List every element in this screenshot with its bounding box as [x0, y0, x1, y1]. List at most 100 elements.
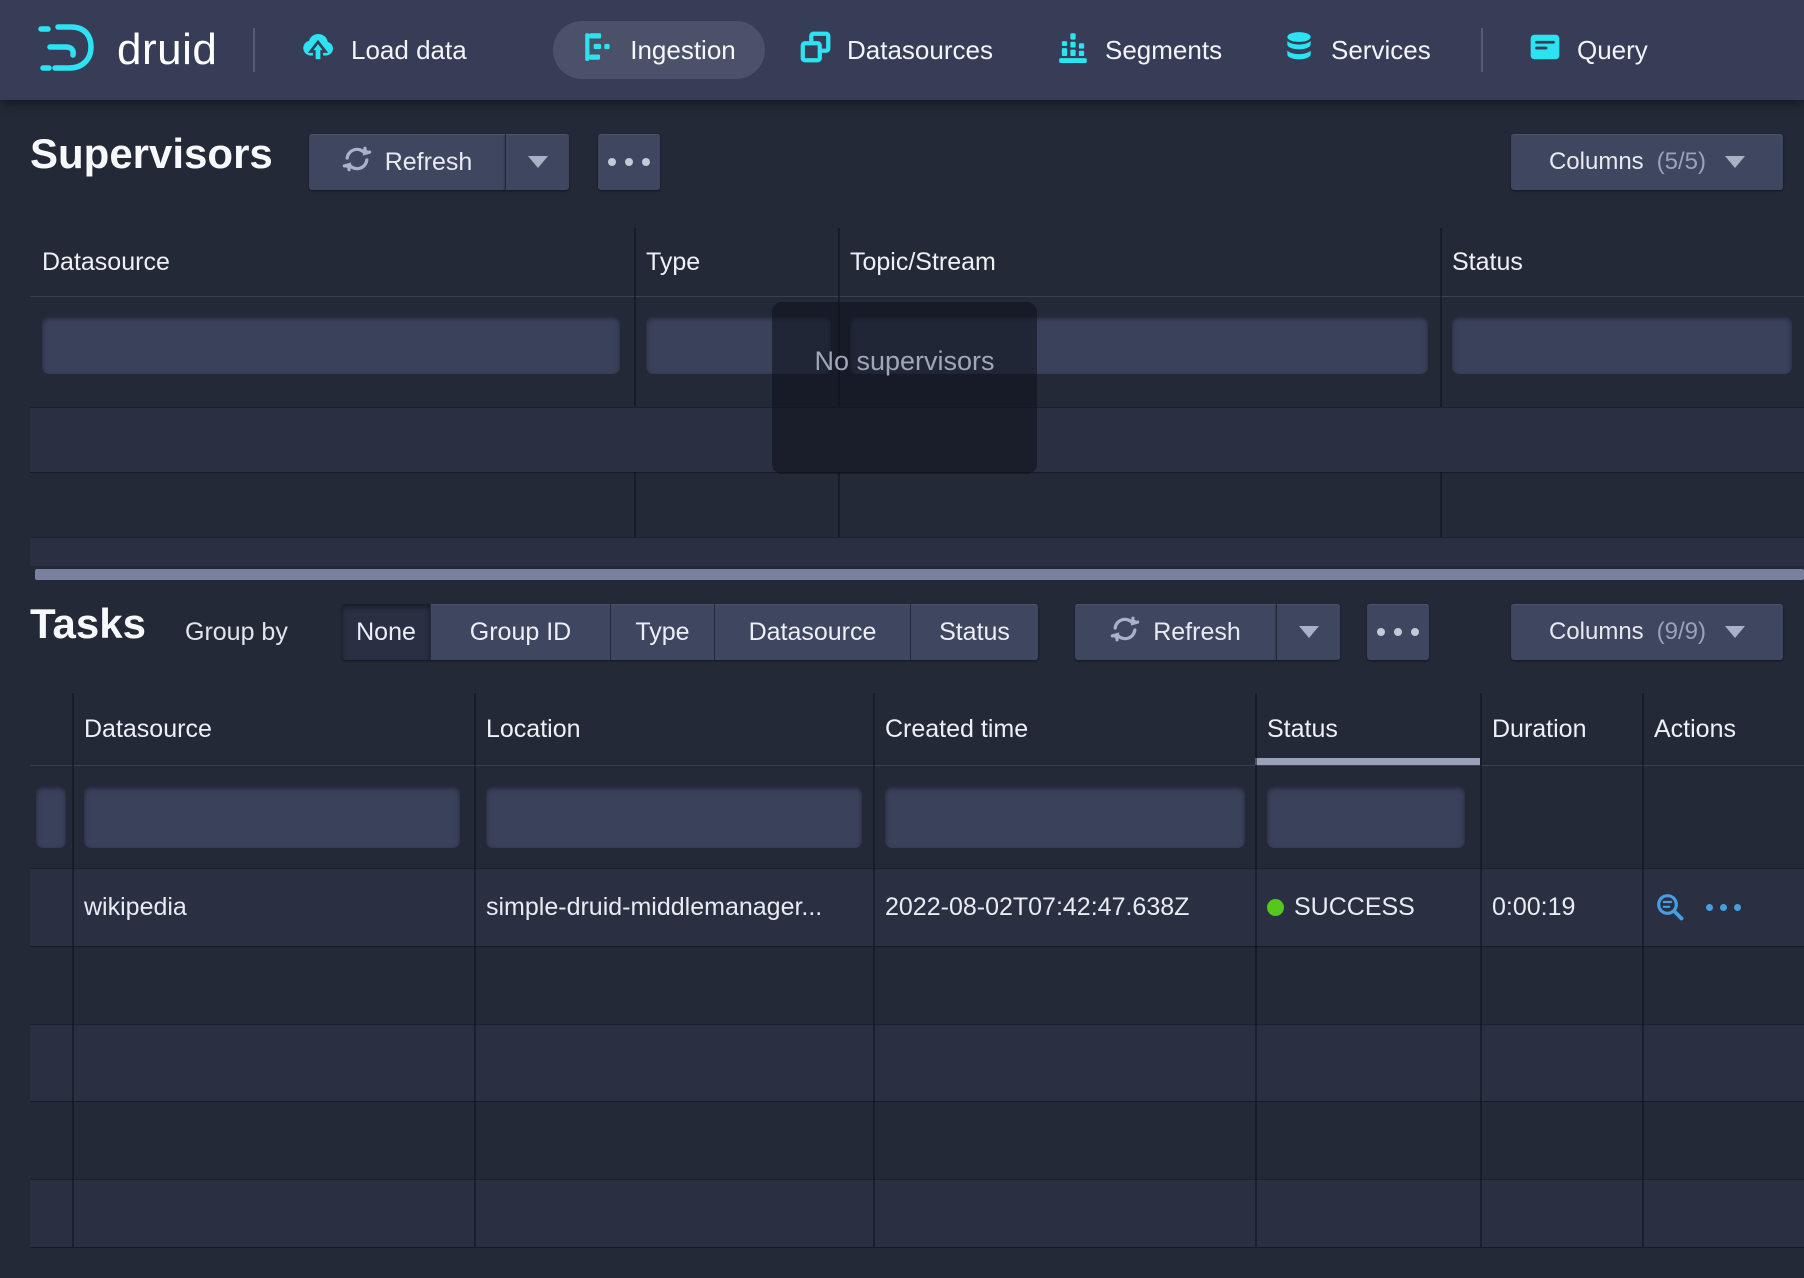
row-divider: [30, 1101, 1804, 1102]
console-icon: [1528, 30, 1562, 71]
group-by-type-button[interactable]: Type: [610, 604, 714, 660]
more-icon: [1377, 628, 1419, 636]
refresh-icon: [342, 144, 372, 181]
columns-count: (9/9): [1657, 618, 1706, 646]
supervisors-refresh-button[interactable]: Refresh: [309, 134, 505, 190]
group-by-option-label: Status: [939, 618, 1010, 647]
group-by-option-label: Type: [635, 618, 689, 647]
gantt-chart-icon: [582, 30, 616, 71]
supervisors-header-divider: [30, 296, 1804, 297]
task-created-time-cell: 2022-08-02T07:42:47.638Z: [873, 868, 1253, 946]
no-supervisors-empty-state: No supervisors: [772, 302, 1037, 474]
view-task-details-icon[interactable]: [1654, 891, 1686, 923]
supervisors-column-header-type[interactable]: Type: [634, 228, 838, 296]
nav-divider: [1481, 28, 1483, 72]
column-header-label: Type: [646, 248, 700, 277]
task-actions-menu-icon[interactable]: [1706, 904, 1741, 911]
group-by-datasource-button[interactable]: Datasource: [714, 604, 910, 660]
nav-item-label: Load data: [351, 35, 467, 66]
supervisors-columns-button[interactable]: Columns (5/5): [1511, 134, 1783, 190]
group-by-label: Group by: [185, 604, 288, 660]
task-location-value: simple-druid-middlemanager...: [486, 893, 822, 922]
nav-item-ingestion[interactable]: Ingestion: [553, 21, 765, 79]
task-datasource-cell: wikipedia: [72, 868, 472, 946]
tasks-more-button[interactable]: [1367, 604, 1429, 660]
column-header-label: Created time: [885, 715, 1028, 744]
column-divider: [634, 228, 636, 566]
tasks-refresh-button[interactable]: Refresh: [1075, 604, 1276, 660]
column-header-label: Location: [486, 715, 581, 744]
druid-wordmark: druid: [117, 25, 217, 75]
group-by-option-label: None: [356, 618, 416, 647]
tasks-header-divider: [30, 765, 1804, 766]
tasks-title: Tasks: [30, 600, 146, 648]
tasks-filter-expander-input[interactable]: [36, 786, 66, 848]
tasks-column-header-location[interactable]: Location: [474, 693, 873, 765]
tasks-column-header-datasource[interactable]: Datasource: [72, 693, 474, 765]
row-divider: [30, 537, 1804, 538]
columns-label: Columns: [1549, 148, 1644, 176]
column-divider: [1440, 228, 1442, 566]
nav-item-datasources[interactable]: Datasources: [798, 0, 993, 100]
row-divider: [30, 1024, 1804, 1025]
column-header-label: Status: [1452, 248, 1523, 277]
status-sort-indicator: [1255, 758, 1480, 765]
column-divider: [873, 693, 875, 1247]
top-nav-bar: druid Load data Ing: [0, 0, 1804, 100]
columns-label: Columns: [1549, 618, 1644, 646]
row-divider: [30, 946, 1804, 947]
column-divider: [1255, 693, 1257, 1247]
nav-item-load-data[interactable]: Load data: [300, 0, 467, 100]
stacked-bar-chart-icon: [1056, 30, 1090, 71]
supervisors-refresh-dropdown-button[interactable]: [505, 134, 569, 190]
group-by-group-id-button[interactable]: Group ID: [430, 604, 610, 660]
task-actions-cell: [1642, 868, 1802, 946]
tasks-filter-status-input[interactable]: [1267, 786, 1465, 848]
group-by-option-label: Datasource: [749, 618, 877, 647]
group-by-button-group: None Group ID Type Datasource Status: [342, 604, 1038, 660]
task-created-time-value: 2022-08-02T07:42:47.638Z: [885, 893, 1189, 922]
tasks-columns-button[interactable]: Columns (9/9): [1511, 604, 1783, 660]
supervisors-more-button[interactable]: [598, 134, 660, 190]
row-divider: [30, 1179, 1804, 1180]
column-header-label: Status: [1267, 715, 1338, 744]
tasks-filter-created-time-input[interactable]: [885, 786, 1245, 848]
druid-logo[interactable]: druid: [36, 0, 217, 100]
supervisors-column-header-topic-stream[interactable]: Topic/Stream: [838, 228, 1440, 296]
nav-item-query[interactable]: Query: [1528, 0, 1648, 100]
supervisors-column-header-datasource[interactable]: Datasource: [30, 228, 634, 296]
column-divider: [72, 693, 74, 1247]
chevron-down-icon: [1299, 626, 1319, 638]
nav-item-segments[interactable]: Segments: [1056, 0, 1222, 100]
tasks-column-header-expander[interactable]: [30, 693, 72, 765]
database-icon: [1282, 30, 1316, 71]
nav-item-label: Ingestion: [630, 35, 736, 66]
tasks-column-header-actions[interactable]: Actions: [1642, 693, 1804, 765]
tasks-filter-datasource-input[interactable]: [84, 786, 460, 848]
supervisors-filter-datasource-input[interactable]: [42, 316, 620, 374]
group-by-option-label: Group ID: [470, 618, 571, 647]
supervisors-column-header-status[interactable]: Status: [1440, 228, 1804, 296]
refresh-label: Refresh: [385, 148, 473, 177]
tasks-column-header-duration[interactable]: Duration: [1480, 693, 1642, 765]
nav-item-services[interactable]: Services: [1282, 0, 1431, 100]
group-by-none-button[interactable]: None: [342, 604, 430, 660]
tasks-column-header-status[interactable]: Status: [1255, 693, 1480, 765]
tasks-column-header-created-time[interactable]: Created time: [873, 693, 1255, 765]
supervisors-title: Supervisors: [30, 130, 273, 178]
nav-item-label: Services: [1331, 35, 1431, 66]
table-row: [30, 537, 1804, 566]
column-divider: [1480, 693, 1482, 1247]
druid-logo-icon: [36, 21, 100, 80]
stacked-panels-icon: [798, 30, 832, 71]
supervisors-filter-status-input[interactable]: [1452, 316, 1792, 374]
tasks-filter-location-input[interactable]: [486, 786, 862, 848]
supervisors-refresh-split-button: Refresh: [309, 134, 569, 190]
table-row: [30, 1024, 1804, 1101]
group-by-status-button[interactable]: Status: [910, 604, 1038, 660]
chevron-down-icon: [1725, 156, 1745, 168]
more-icon: [608, 158, 650, 166]
tasks-refresh-dropdown-button[interactable]: [1276, 604, 1340, 660]
supervisors-horizontal-scrollbar[interactable]: [35, 569, 1804, 580]
task-status-value: SUCCESS: [1294, 893, 1415, 922]
